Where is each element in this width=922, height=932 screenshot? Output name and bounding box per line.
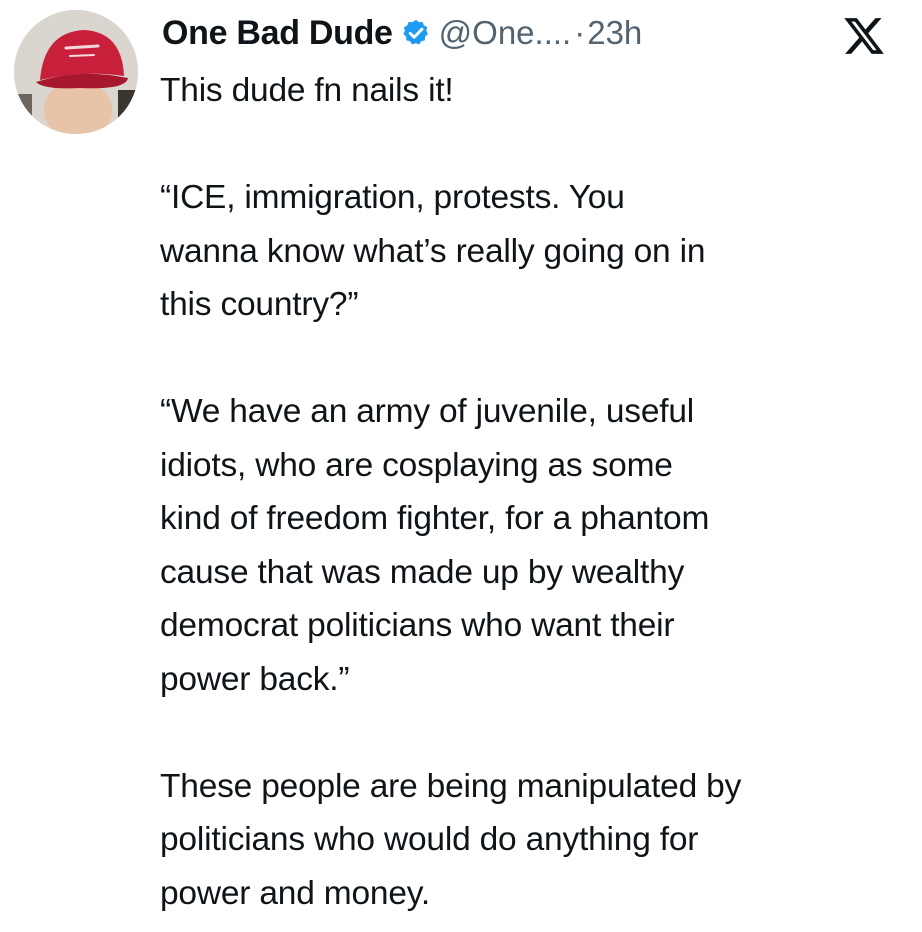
text-line: cause that was made up by wealthy: [160, 553, 685, 591]
avatar-image: [14, 10, 138, 134]
tweet-header: One Bad Dude @One.... · 23h: [162, 8, 642, 58]
verified-badge-icon: [403, 19, 428, 45]
text-line: democrat politicians who want their: [160, 607, 675, 644]
tweet-text: This dude fn nails it! “ICE, immigration…: [160, 64, 910, 920]
text-line: idiots, who are cosplaying as some: [160, 446, 673, 484]
header-separator: ·: [574, 14, 586, 51]
text-line: kind of freedom fighter, for a phantom: [160, 500, 710, 537]
text-line: power back.”: [160, 660, 350, 698]
avatar[interactable]: [14, 10, 138, 134]
closing-paragraph: These people are being manipulated by po…: [160, 760, 910, 921]
text-line: power and money.: [160, 874, 430, 912]
tweet-timestamp[interactable]: 23h: [587, 14, 642, 52]
text-line: this country?”: [160, 286, 359, 323]
text-line: wanna know what’s really going on in: [160, 232, 706, 270]
quote-paragraph-2: “We have an army of juvenile, useful idi…: [160, 385, 910, 706]
author-display-name[interactable]: One Bad Dude: [162, 14, 393, 53]
quote-paragraph-1: “ICE, immigration, protests. You wanna k…: [160, 171, 910, 332]
text-line: politicians who would do anything for: [160, 821, 699, 858]
text-line: “We have an army of juvenile, useful: [160, 393, 695, 430]
text-line: These people are being manipulated by: [160, 767, 742, 805]
author-handle[interactable]: @One....: [439, 14, 572, 52]
tweet-intro: This dude fn nails it!: [160, 72, 454, 109]
text-line: “ICE, immigration, protests. You: [160, 179, 625, 216]
tweet-card[interactable]: One Bad Dude @One.... · 23h This dude fn…: [0, 0, 922, 932]
x-logo-icon[interactable]: [842, 14, 886, 58]
